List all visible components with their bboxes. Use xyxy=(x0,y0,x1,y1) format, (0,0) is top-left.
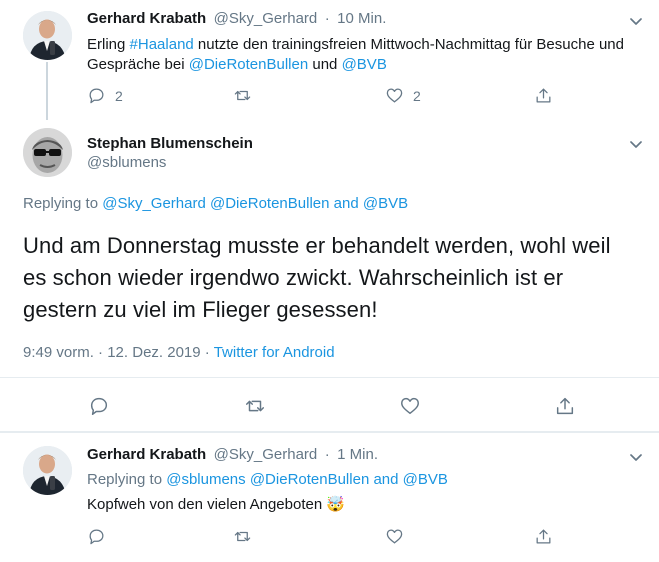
retweet-button[interactable] xyxy=(233,527,252,546)
reply-button[interactable] xyxy=(88,395,110,417)
tweet-text: Erling #Haaland nutzte den trainingsfrei… xyxy=(87,35,627,75)
chevron-down-icon[interactable] xyxy=(628,136,644,152)
reply-button[interactable] xyxy=(87,527,106,546)
mention-link[interactable]: @Sky_Gerhard xyxy=(102,195,206,212)
chevron-down-icon[interactable] xyxy=(628,449,644,465)
author-name[interactable]: Stephan Blumenschein xyxy=(87,135,253,152)
author-name[interactable]: Gerhard Krabath xyxy=(87,446,206,463)
avatar-stephan[interactable] xyxy=(23,128,72,177)
mention-link[interactable]: @DieRotenBullen xyxy=(210,195,329,212)
share-icon xyxy=(536,88,551,103)
reply-icon xyxy=(89,529,104,545)
separator-dot: · xyxy=(200,344,214,361)
text-segment: und xyxy=(308,56,342,73)
tweet-text-content: Kopfweh von den vielen Angeboten xyxy=(87,496,323,513)
thread-line xyxy=(46,62,48,120)
share-icon xyxy=(556,397,574,415)
tweet-time[interactable]: 1 Min. xyxy=(337,446,378,463)
tweet-text: Kopfweh von den vielen Angeboten 🤯 xyxy=(87,494,345,515)
tweet-actions: 2 xyxy=(87,86,123,105)
reply-icon xyxy=(89,88,104,104)
replying-to: Replying to @sblumens @DieRotenBullen an… xyxy=(87,471,448,488)
share-button[interactable] xyxy=(534,86,553,105)
mention-link[interactable]: @DieRotenBullen xyxy=(250,471,369,488)
author-handle[interactable]: @sblumens xyxy=(87,154,253,171)
like-button[interactable]: 2 xyxy=(385,86,421,105)
avatar-gerhard[interactable] xyxy=(23,446,72,495)
tweet-source-link[interactable]: Twitter for Android xyxy=(214,344,335,361)
retweet-icon xyxy=(246,400,264,412)
tweet-time[interactable]: 10 Min. xyxy=(337,10,386,27)
mention-link[interactable]: @BVB xyxy=(403,471,448,488)
retweet-icon xyxy=(234,531,251,542)
like-button[interactable] xyxy=(399,395,421,417)
replying-prefix: Replying to xyxy=(87,471,167,488)
retweet-button[interactable] xyxy=(233,86,252,105)
like-icon xyxy=(386,529,403,544)
share-button[interactable] xyxy=(554,395,576,417)
replying-and: and xyxy=(369,471,403,488)
tweet-date[interactable]: 12. Dez. 2019 xyxy=(107,344,200,361)
avatar-gerhard[interactable] xyxy=(23,11,72,60)
divider xyxy=(0,431,659,433)
mention-link[interactable]: @sblumens xyxy=(166,471,245,488)
share-button[interactable] xyxy=(534,527,553,546)
hashtag-link[interactable]: #Haaland xyxy=(130,36,194,53)
tweet-meta: 9:49 vorm. · 12. Dez. 2019 · Twitter for… xyxy=(23,344,335,361)
replying-prefix: Replying to xyxy=(23,195,103,212)
replying-and: and xyxy=(329,195,363,212)
retweet-icon xyxy=(234,90,251,101)
tweet-time[interactable]: 9:49 vorm. xyxy=(23,344,94,361)
like-icon xyxy=(401,397,419,415)
share-icon xyxy=(536,529,551,544)
reply-icon xyxy=(90,397,108,415)
tweet-text: Und am Donnerstag musste er behandelt we… xyxy=(23,233,611,322)
separator-dot: · xyxy=(324,10,330,27)
author-handle[interactable]: @Sky_Gerhard xyxy=(214,446,318,463)
chevron-down-icon[interactable] xyxy=(628,13,644,29)
text-segment: Erling xyxy=(87,36,130,53)
like-count: 2 xyxy=(413,87,421,104)
mention-link[interactable]: @BVB xyxy=(363,195,408,212)
separator-dot: · xyxy=(324,446,330,463)
divider xyxy=(0,377,659,378)
like-button[interactable] xyxy=(385,527,404,546)
author-handle[interactable]: @Sky_Gerhard xyxy=(214,10,318,27)
separator-dot: · xyxy=(93,344,108,361)
author-name[interactable]: Gerhard Krabath xyxy=(87,10,206,27)
mention-link[interactable]: @DieRotenBullen xyxy=(189,56,308,73)
retweet-button[interactable] xyxy=(244,395,266,417)
exploding-head-emoji: 🤯 xyxy=(326,495,346,513)
reply-count: 2 xyxy=(115,87,123,104)
mention-link[interactable]: @BVB xyxy=(342,56,387,73)
reply-button[interactable]: 2 xyxy=(87,86,123,105)
like-icon xyxy=(386,88,403,103)
replying-to: Replying to @Sky_Gerhard @DieRotenBullen… xyxy=(23,195,408,212)
